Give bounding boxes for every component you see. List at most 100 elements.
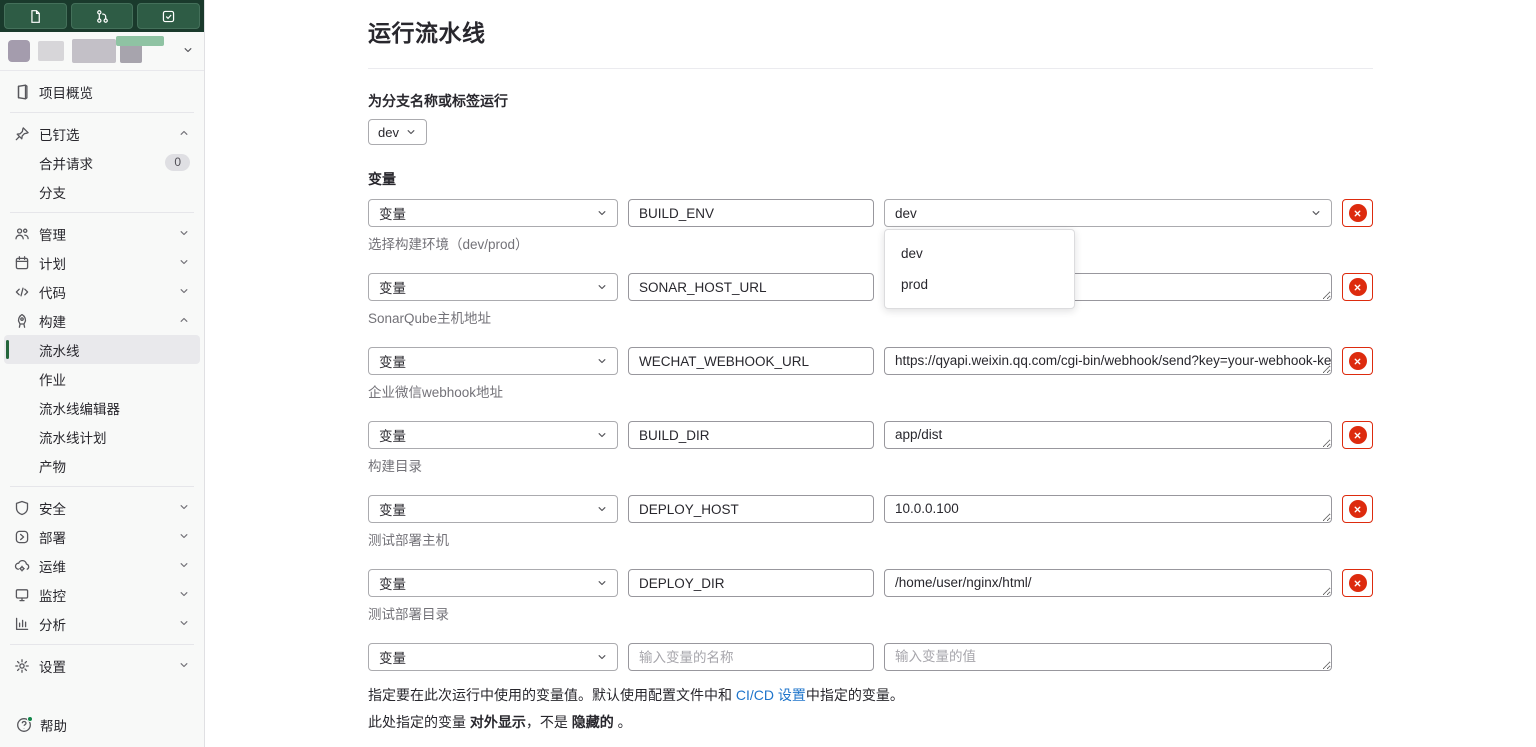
remove-variable-button[interactable] — [1342, 495, 1373, 523]
shield-icon — [14, 500, 30, 516]
remove-variable-button[interactable] — [1342, 273, 1373, 301]
help-button[interactable]: 帮助 — [0, 703, 204, 747]
variable-row: 变量 — [368, 421, 1373, 449]
sidebar-item-构建[interactable]: 构建 — [4, 306, 200, 335]
variable-type-value: 变量 — [379, 355, 406, 370]
variable-key-input[interactable] — [628, 199, 874, 227]
variable-type-value: 变量 — [379, 577, 406, 592]
variable-type-select[interactable]: 变量 — [368, 569, 618, 597]
sidebar-item-合并请求[interactable]: 合并请求 0 — [4, 148, 200, 177]
sidebar-item-监控[interactable]: 监控 — [4, 580, 200, 609]
sidebar-item-设置[interactable]: 设置 — [4, 651, 200, 680]
chevron-down-icon — [178, 658, 190, 674]
sidebar: 项目概览已钉选 合并请求 0 分支管理 计划 代码构建流水线作业流水线编辑器 流水线计划产物… — [0, 0, 205, 747]
variable-type-select[interactable]: 变量 — [368, 643, 618, 671]
document-button[interactable] — [4, 3, 67, 29]
dropdown-option-prod[interactable]: prod — [885, 269, 1074, 300]
project-selector[interactable] — [0, 32, 204, 71]
close-x-icon — [1348, 204, 1367, 222]
monitor-icon — [14, 587, 30, 603]
branch-select-value: dev — [378, 124, 399, 140]
sidebar-item-产物[interactable]: 产物 — [4, 451, 200, 480]
sidebar-item-label: 流水线计划 — [39, 430, 107, 446]
sidebar-item-流水线[interactable]: 流水线 — [4, 335, 200, 364]
remove-variable-button[interactable] — [1342, 199, 1373, 227]
chevron-down-icon — [178, 529, 190, 545]
variable-row: 变量 — [368, 569, 1373, 597]
chevron-down-icon — [178, 255, 190, 271]
count-badge: 0 — [165, 154, 190, 171]
chart-icon — [14, 616, 30, 632]
merge-request-button[interactable] — [70, 3, 134, 29]
dropdown-option-dev[interactable]: dev — [885, 238, 1074, 269]
merge-request-icon — [95, 9, 110, 24]
todo-check-button[interactable] — [137, 3, 201, 29]
sidebar-item-部署[interactable]: 部署 — [4, 522, 200, 551]
sidebar-item-计划[interactable]: 计划 — [4, 248, 200, 277]
variables-hint: 指定要在此次运行中使用的变量值。默认使用配置文件中和 CI/CD 设置中指定的变… — [368, 685, 1373, 705]
variable-type-select[interactable]: 变量 — [368, 495, 618, 523]
sidebar-item-label: 构建 — [39, 314, 66, 330]
variable-value-input[interactable] — [884, 569, 1332, 597]
sidebar-item-label: 设置 — [39, 659, 66, 675]
sidebar-item-分支[interactable]: 分支 — [4, 177, 200, 206]
sidebar-item-分析[interactable]: 分析 — [4, 609, 200, 638]
variable-description: 测试部署目录 — [368, 607, 449, 622]
chevron-down-icon — [182, 43, 194, 59]
variable-key-input[interactable] — [628, 569, 874, 597]
close-x-icon — [1348, 278, 1367, 296]
variable-row: 变量 — [368, 273, 1373, 301]
close-x-icon — [1348, 500, 1367, 518]
branch-select-button[interactable]: dev — [368, 119, 427, 145]
cicd-settings-link[interactable]: CI/CD 设置 — [736, 687, 806, 703]
sidebar-item-流水线计划[interactable]: 流水线计划 — [4, 422, 200, 451]
variable-type-select[interactable]: 变量 — [368, 421, 618, 449]
variable-key-input[interactable] — [628, 643, 874, 671]
variable-type-select[interactable]: 变量 — [368, 347, 618, 375]
variable-type-select[interactable]: 变量 — [368, 199, 618, 227]
variable-key-input[interactable] — [628, 421, 874, 449]
operations-icon — [14, 558, 30, 574]
nav-divider — [10, 212, 194, 213]
sidebar-item-项目概览[interactable]: 项目概览 — [4, 77, 200, 106]
pin-icon — [14, 126, 30, 142]
hint-text: 。 — [613, 714, 632, 730]
chevron-down-icon — [1310, 207, 1322, 222]
sidebar-item-运维[interactable]: 运维 — [4, 551, 200, 580]
variable-value-input[interactable] — [884, 643, 1332, 671]
variable-key-input[interactable] — [628, 273, 874, 301]
variable-key-input[interactable] — [628, 495, 874, 523]
remove-variable-button[interactable] — [1342, 347, 1373, 375]
remove-variable-button[interactable] — [1342, 421, 1373, 449]
sidebar-item-管理[interactable]: 管理 — [4, 219, 200, 248]
sidebar-item-label: 流水线编辑器 — [39, 401, 120, 417]
variable-value-select[interactable]: dev — [884, 199, 1332, 227]
project-avatar — [8, 40, 30, 62]
sidebar-item-流水线编辑器[interactable]: 流水线编辑器 — [4, 393, 200, 422]
variable-row: 变量 — [368, 643, 1373, 671]
sidebar-item-代码[interactable]: 代码 — [4, 277, 200, 306]
sidebar-item-已钉选[interactable]: 已钉选 — [4, 119, 200, 148]
sidebar-item-安全[interactable]: 安全 — [4, 493, 200, 522]
sidebar-item-label: 产物 — [39, 459, 66, 475]
variable-value-input[interactable] — [884, 347, 1332, 375]
chevron-down-icon — [596, 429, 608, 444]
variable-value-input[interactable] — [884, 421, 1332, 449]
help-icon — [16, 716, 33, 733]
variables-list: 变量devdevprod选择构建环境（dev/prod）变量SonarQube主… — [368, 199, 1373, 671]
nav-divider — [10, 112, 194, 113]
variable-type-value: 变量 — [379, 207, 406, 222]
remove-variable-button[interactable] — [1342, 569, 1373, 597]
gear-icon — [14, 658, 30, 674]
sidebar-item-作业[interactable]: 作业 — [4, 364, 200, 393]
users-icon — [14, 226, 30, 242]
variable-value-input[interactable] — [884, 495, 1332, 523]
variable-key-input[interactable] — [628, 347, 874, 375]
variable-type-select[interactable]: 变量 — [368, 273, 618, 301]
chevron-down-icon — [178, 226, 190, 242]
sidebar-item-label: 作业 — [39, 372, 66, 388]
variable-value-cell — [884, 643, 1332, 671]
sidebar-item-label: 项目概览 — [39, 85, 93, 101]
deploy-icon — [14, 529, 30, 545]
variable-type-value: 变量 — [379, 503, 406, 518]
